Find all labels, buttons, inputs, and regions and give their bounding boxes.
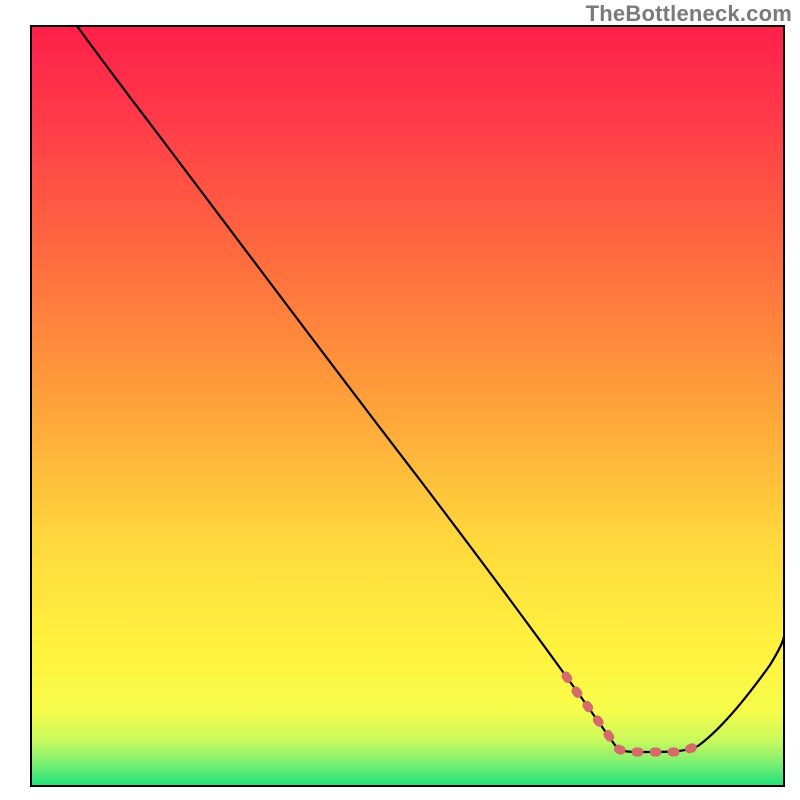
plot-background bbox=[31, 26, 784, 786]
bottleneck-chart bbox=[0, 0, 800, 800]
watermark-text: TheBottleneck.com bbox=[586, 1, 792, 27]
chart-container: TheBottleneck.com bbox=[0, 0, 800, 800]
